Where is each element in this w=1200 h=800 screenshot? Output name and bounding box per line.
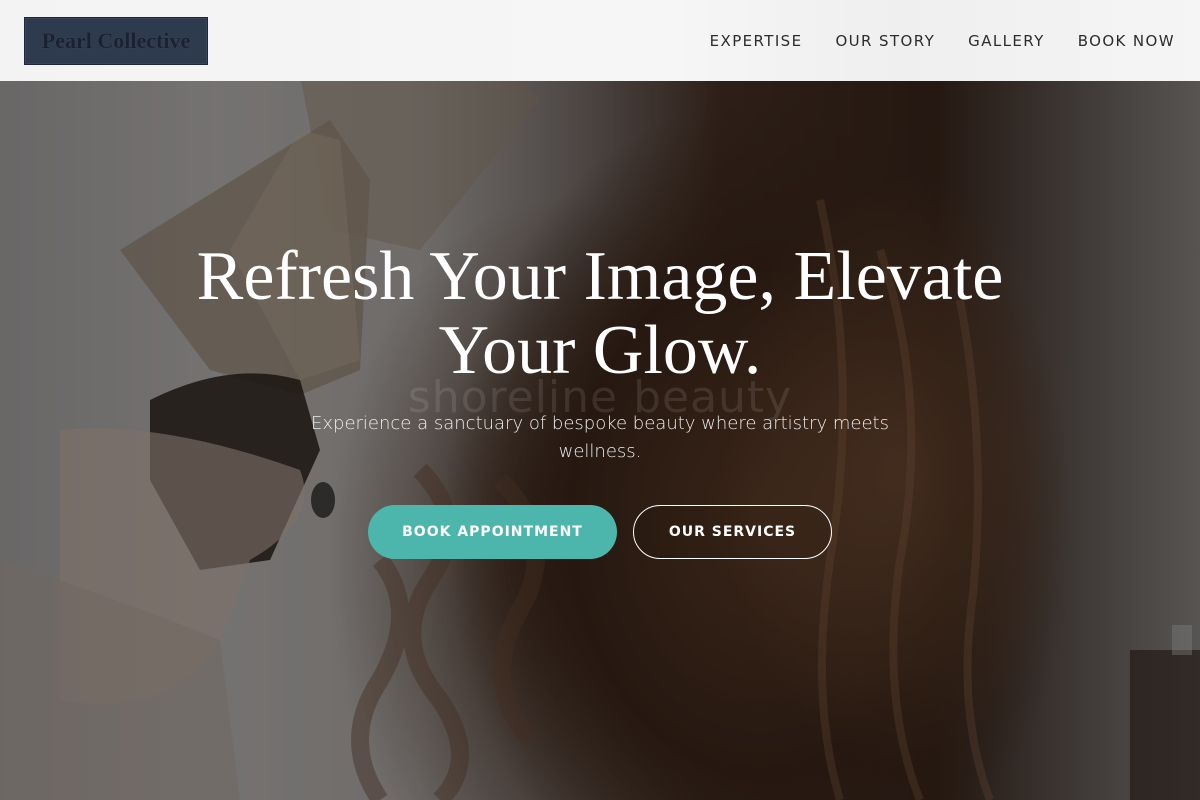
nav-item-gallery[interactable]: GALLERY	[968, 32, 1045, 50]
hero-subtext: Experience a sanctuary of bespoke beauty…	[311, 413, 889, 462]
hero-section: shoreline beauty Refresh Your Image, Ele…	[0, 0, 1200, 800]
book-appointment-button[interactable]: BOOK APPOINTMENT	[368, 505, 617, 559]
hero-headline: Refresh Your Image, Elevate Your Glow.	[196, 238, 1004, 389]
site-header: Pearl Collective EXPERTISE OUR STORY GAL…	[0, 0, 1200, 81]
nav-item-expertise[interactable]: EXPERTISE	[710, 32, 803, 50]
brand-logo-text: Pearl Collective	[41, 27, 191, 53]
our-services-button[interactable]: OUR SERVICES	[633, 505, 832, 559]
nav-item-our-story[interactable]: OUR STORY	[835, 32, 935, 50]
brand-logo[interactable]: Pearl Collective	[24, 16, 208, 65]
nav-item-book-now[interactable]: BOOK NOW	[1078, 32, 1175, 50]
main-nav: EXPERTISE OUR STORY GALLERY BOOK NOW	[710, 32, 1175, 50]
landing-page: Pearl Collective EXPERTISE OUR STORY GAL…	[0, 0, 1200, 800]
